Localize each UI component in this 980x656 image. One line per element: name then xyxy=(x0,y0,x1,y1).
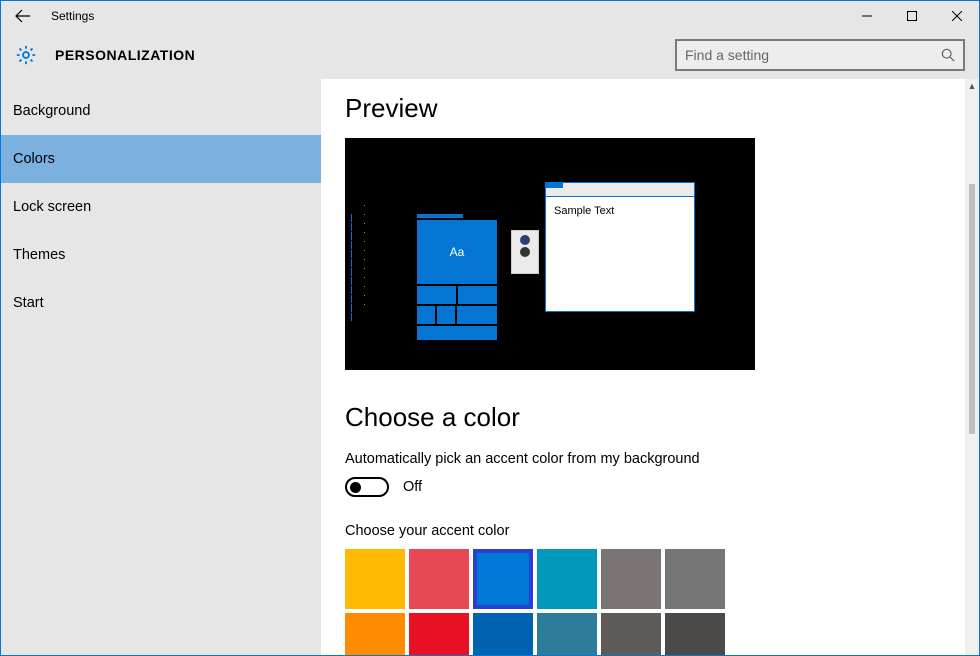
accent-swatch-4[interactable] xyxy=(601,549,661,609)
accent-swatch-5[interactable] xyxy=(665,549,725,609)
accent-swatch-2[interactable] xyxy=(473,549,533,609)
auto-accent-label: Automatically pick an accent color from … xyxy=(345,451,941,467)
accent-swatch-3[interactable] xyxy=(537,549,597,609)
accent-swatch-10[interactable] xyxy=(601,613,661,655)
gear-icon xyxy=(15,44,37,66)
preview-window: Sample Text xyxy=(545,182,695,312)
accent-swatch-6[interactable] xyxy=(345,613,405,655)
header-left: PERSONALIZATION xyxy=(15,44,195,66)
back-button[interactable] xyxy=(1,1,45,31)
minimize-button[interactable] xyxy=(844,1,889,31)
minimize-icon xyxy=(862,11,872,21)
auto-accent-state: Off xyxy=(403,479,422,495)
sidebar-item-label: Start xyxy=(13,295,44,311)
accent-swatch-8[interactable] xyxy=(473,613,533,655)
choose-color-heading: Choose a color xyxy=(345,402,941,433)
content-area: Preview xyxy=(321,79,979,655)
accent-swatch-7[interactable] xyxy=(409,613,469,655)
accent-swatch-grid xyxy=(345,549,765,655)
preview-document-thumb xyxy=(511,230,539,274)
settings-window: Settings PERSONALIZATION xyxy=(0,0,980,656)
app-title: Settings xyxy=(45,9,94,23)
scrollbar[interactable]: ▲ xyxy=(965,79,979,655)
accent-swatch-1[interactable] xyxy=(409,549,469,609)
search-box[interactable] xyxy=(675,39,965,71)
sidebar-item-start[interactable]: Start xyxy=(1,279,321,327)
preview-heading: Preview xyxy=(345,93,941,124)
scroll-up-icon[interactable]: ▲ xyxy=(965,79,979,93)
sidebar-item-colors[interactable]: Colors xyxy=(1,135,321,183)
sidebar-item-label: Themes xyxy=(13,247,65,263)
search-input[interactable] xyxy=(685,47,941,63)
accent-swatch-0[interactable] xyxy=(345,549,405,609)
maximize-button[interactable] xyxy=(889,1,934,31)
preview-pane: Aa xyxy=(345,138,755,370)
window-controls xyxy=(844,1,979,31)
header-row: PERSONALIZATION xyxy=(1,31,979,79)
titlebar-left: Settings xyxy=(1,1,94,31)
accent-swatch-label: Choose your accent color xyxy=(345,523,941,539)
auto-accent-toggle[interactable] xyxy=(345,477,389,497)
close-icon xyxy=(952,11,962,21)
page-title: PERSONALIZATION xyxy=(55,47,195,63)
accent-swatch-9[interactable] xyxy=(537,613,597,655)
scroll-thumb[interactable] xyxy=(969,184,975,434)
preview-taskbar xyxy=(351,214,365,322)
maximize-icon xyxy=(907,11,917,21)
preview-tile-large: Aa xyxy=(417,220,497,284)
sidebar: Background Colors Lock screen Themes Sta… xyxy=(1,79,321,655)
content: Preview xyxy=(321,79,965,655)
sidebar-item-label: Colors xyxy=(13,151,55,167)
accent-swatch-11[interactable] xyxy=(665,613,725,655)
back-arrow-icon xyxy=(15,8,31,24)
preview-tile-text: Aa xyxy=(450,245,465,259)
body: Background Colors Lock screen Themes Sta… xyxy=(1,79,979,655)
preview-tiles: Aa xyxy=(417,214,497,340)
toggle-knob xyxy=(350,482,361,493)
search-icon xyxy=(941,48,955,62)
sidebar-item-themes[interactable]: Themes xyxy=(1,231,321,279)
sidebar-item-label: Background xyxy=(13,103,90,119)
close-button[interactable] xyxy=(934,1,979,31)
sidebar-item-lockscreen[interactable]: Lock screen xyxy=(1,183,321,231)
sidebar-item-background[interactable]: Background xyxy=(1,87,321,135)
sidebar-item-label: Lock screen xyxy=(13,199,91,215)
titlebar: Settings xyxy=(1,1,979,31)
auto-accent-toggle-row: Off xyxy=(345,477,941,497)
preview-window-text: Sample Text xyxy=(546,197,694,225)
